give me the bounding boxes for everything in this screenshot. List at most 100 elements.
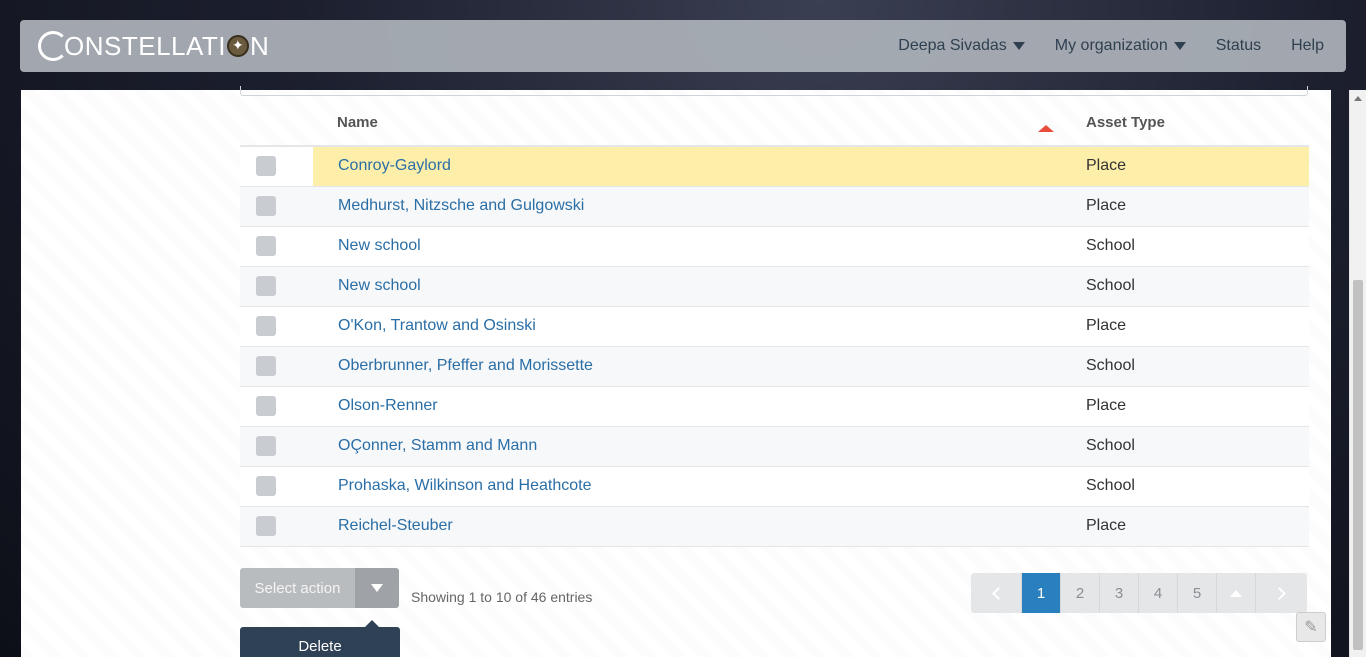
page-scrollbar[interactable] [1349,90,1366,657]
row-type-cell: School [1086,357,1135,374]
pagination: 1 2 3 4 5 [971,573,1307,613]
row-type-cell: School [1086,237,1135,254]
table-row[interactable]: Prohaska, Wilkinson and Heathcote School [240,466,1309,506]
row-checkbox-cell [240,346,313,386]
asset-name-link[interactable]: New school [338,237,421,254]
asset-name-link[interactable]: Prohaska, Wilkinson and Heathcote [338,477,591,494]
row-type-cell: School [1086,477,1135,494]
page-3-button[interactable]: 3 [1100,573,1139,613]
row-checkbox[interactable] [256,316,276,336]
row-checkbox-cell [240,226,313,266]
row-name-cell: Olson-Renner [313,386,1074,426]
row-name-cell: Reichel-Steuber [313,506,1074,546]
row-checkbox[interactable] [256,276,276,296]
header-asset-type[interactable]: Asset Type [1074,100,1309,147]
row-checkbox[interactable] [256,476,276,496]
row-checkbox[interactable] [256,236,276,256]
top-navbar: ONSTELLATI N Deepa Sivadas My organizati… [20,20,1346,72]
filter-box-edge [240,86,1308,96]
row-type-cell: Place [1086,517,1127,534]
row-checkbox-cell [240,506,313,546]
logo-text: ONSTELLATI [64,30,227,61]
asset-name-link[interactable]: Olson-Renner [338,397,438,414]
table-row[interactable]: Olson-Renner Place [240,386,1309,426]
row-name-cell: Prohaska, Wilkinson and Heathcote [313,466,1074,506]
page-5-button[interactable]: 5 [1178,573,1217,613]
row-checkbox-cell [240,426,313,466]
table-row[interactable]: New school School [240,226,1309,266]
caret-down-icon [371,584,383,592]
asset-name-link[interactable]: O'Kon, Trantow and Osinski [338,317,536,334]
asset-name-link[interactable]: Medhurst, Nitzsche and Gulgowski [338,197,584,214]
select-action-group: Select action [240,568,399,608]
row-name-cell: Conroy-Gaylord [313,146,1074,186]
row-type-cell: Place [1086,317,1127,334]
row-checkbox[interactable] [256,396,276,416]
next-page-button[interactable] [1256,573,1307,613]
row-type-cell: Place [1086,197,1127,214]
user-menu[interactable]: Deepa Sivadas [898,37,1025,55]
select-action-toggle[interactable] [355,568,399,608]
logo-text-end: N [250,30,270,61]
table-row[interactable]: Reichel-Steuber Place [240,506,1309,546]
header-name[interactable]: Name [313,100,1074,147]
table-row[interactable]: Medhurst, Nitzsche and Gulgowski Place [240,186,1309,226]
row-name-cell: OÇonner, Stamm and Mann [313,426,1074,466]
chevron-right-icon [1273,586,1286,600]
table-row[interactable]: O'Kon, Trantow and Osinski Place [240,306,1309,346]
row-checkbox[interactable] [256,516,276,536]
select-action-button[interactable]: Select action [240,568,355,608]
asset-name-link[interactable]: Oberbrunner, Pfeffer and Morissette [338,357,593,374]
assets-table: Name Asset Type Conroy-Gaylord Place Medhu… [240,100,1309,547]
prev-page-button[interactable] [971,573,1022,613]
row-type-cell: School [1086,277,1135,294]
sort-asc-icon [1038,125,1054,132]
help-widget-icon[interactable]: ✎ [1296,612,1326,642]
scroll-up-icon[interactable] [1354,96,1362,101]
scroll-top-button[interactable] [1217,573,1256,613]
organization-menu-label: My organization [1054,37,1168,54]
row-checkbox-cell [240,386,313,426]
row-checkbox[interactable] [256,356,276,376]
table-row[interactable]: New school School [240,266,1309,306]
row-checkbox-cell [240,146,313,186]
table-row[interactable]: Oberbrunner, Pfeffer and Morissette Schoo… [240,346,1309,386]
table-info: Showing 1 to 10 of 46 entries [411,589,593,605]
organization-menu[interactable]: My organization [1055,37,1186,55]
table-row[interactable]: Conroy-Gaylord Place [240,146,1309,186]
table-header-row: Name Asset Type [240,100,1309,147]
row-checkbox-cell [240,186,313,226]
help-link[interactable]: Help [1291,37,1324,55]
chevron-left-icon [991,586,1005,600]
user-menu-label: Deepa Sivadas [898,37,1007,54]
row-type-cell: Place [1074,146,1309,186]
caret-down-icon [1173,42,1186,50]
row-checkbox[interactable] [256,196,276,216]
header-name-label: Name [337,114,378,131]
row-name-cell: New school [313,226,1074,266]
asset-name-link[interactable]: Conroy-Gaylord [338,157,451,174]
page-2-button[interactable]: 2 [1061,573,1100,613]
delete-menu-item[interactable]: Delete [240,620,400,657]
row-name-cell: Oberbrunner, Pfeffer and Morissette [313,346,1074,386]
row-checkbox[interactable] [256,156,276,177]
constellation-logo[interactable]: ONSTELLATI N [38,31,269,62]
nav-links: Deepa Sivadas My organization Status Hel… [898,37,1324,55]
table-body: Conroy-Gaylord Place Medhurst, Nitzsche an… [240,146,1309,546]
asset-name-link[interactable]: New school [338,277,421,294]
row-checkbox-cell [240,266,313,306]
table-row[interactable]: OÇonner, Stamm and Mann School [240,426,1309,466]
status-link[interactable]: Status [1216,37,1261,55]
asset-name-link[interactable]: Reichel-Steuber [338,517,453,534]
row-checkbox[interactable] [256,436,276,456]
row-name-cell: Medhurst, Nitzsche and Gulgowski [313,186,1074,226]
page-4-button[interactable]: 4 [1139,573,1178,613]
row-name-cell: New school [313,266,1074,306]
asset-name-link[interactable]: OÇonner, Stamm and Mann [338,437,537,454]
scroll-thumb[interactable] [1353,280,1363,650]
caret-down-icon [1012,42,1025,50]
row-checkbox-cell [240,306,313,346]
row-type-cell: Place [1086,397,1127,414]
page-1-button[interactable]: 1 [1022,573,1061,613]
row-type-cell: School [1086,437,1135,454]
